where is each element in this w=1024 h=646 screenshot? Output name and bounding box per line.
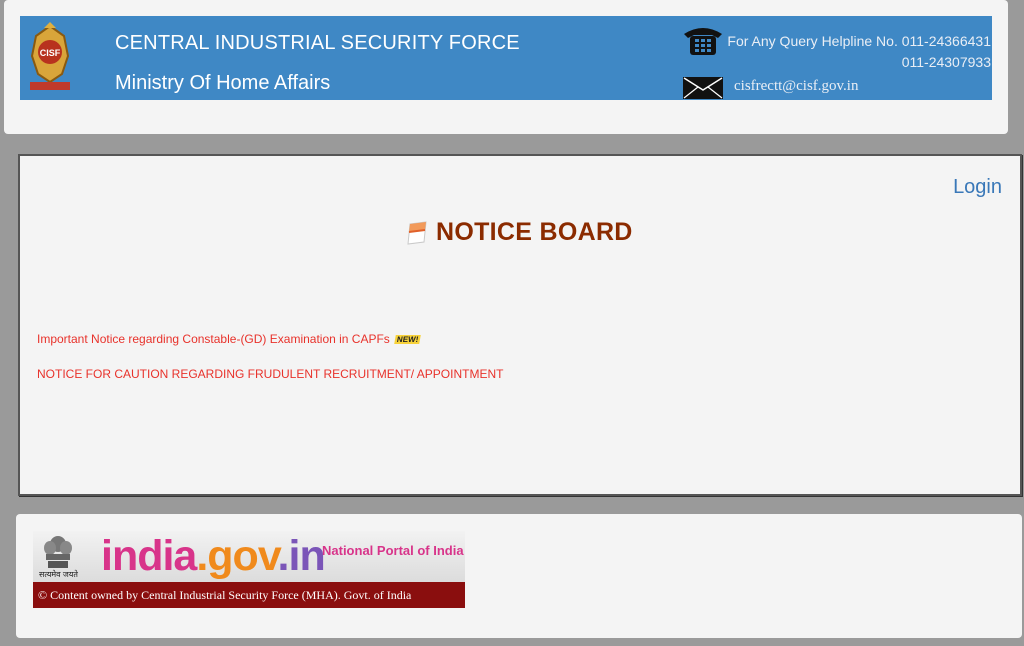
helpline-line1: For Any Query Helpline No. 011-24366431 [727, 33, 991, 49]
footer-panel: सत्यमेव जयते india.gov.in National Porta… [16, 514, 1022, 638]
india-gov-logo: india.gov.in [101, 531, 326, 581]
notepad-icon [407, 220, 427, 245]
emblem-text: CISF [40, 48, 61, 58]
contact-email: cisfrectt@cisf.gov.in [734, 78, 859, 94]
org-name: CENTRAL INDUSTRIAL SECURITY FORCE [115, 32, 520, 54]
logo-part-in: .in [277, 532, 326, 580]
helpline-line2: 011-24307933 [901, 54, 991, 70]
portal-tagline: National Portal of India [322, 543, 464, 558]
logo-part-india: india [101, 532, 197, 580]
copyright-text: © Content owned by Central Industrial Se… [33, 582, 465, 608]
mail-icon [683, 77, 723, 99]
notice-text: Important Notice regarding Constable-(GD… [37, 332, 390, 346]
ministry-name: Ministry Of Home Affairs [115, 72, 331, 94]
login-link[interactable]: Login [953, 176, 1002, 199]
cisf-emblem-icon: CISF [30, 22, 70, 90]
notice-board-title: NOTICE BOARD [436, 218, 633, 246]
notice-link-constable-gd[interactable]: Important Notice regarding Constable-(GD… [37, 332, 421, 346]
header-panel: CISF CENTRAL INDUSTRIAL SECURITY FORCE M… [4, 0, 1008, 134]
satyamev-jayate: सत्यमेव जयते [39, 570, 78, 579]
notice-link-fraud-caution[interactable]: NOTICE FOR CAUTION REGARDING FRUDULENT R… [37, 367, 503, 381]
header-banner: CISF CENTRAL INDUSTRIAL SECURITY FORCE M… [20, 16, 992, 100]
phone-icon [684, 28, 722, 55]
portal-top: सत्यमेव जयते india.gov.in National Porta… [33, 531, 465, 582]
notice-board-panel: Login NOTICE BOARD Important Notice rega… [18, 154, 1022, 496]
logo-part-gov: .gov [196, 532, 278, 580]
new-badge: NEW! [394, 335, 421, 345]
national-emblem-icon [44, 536, 72, 568]
india-portal-banner[interactable]: सत्यमेव जयते india.gov.in National Porta… [33, 531, 465, 608]
helpline-info: For Any Query Helpline No. 011-24366431 … [727, 31, 991, 73]
notice-board-heading: NOTICE BOARD [404, 218, 633, 247]
